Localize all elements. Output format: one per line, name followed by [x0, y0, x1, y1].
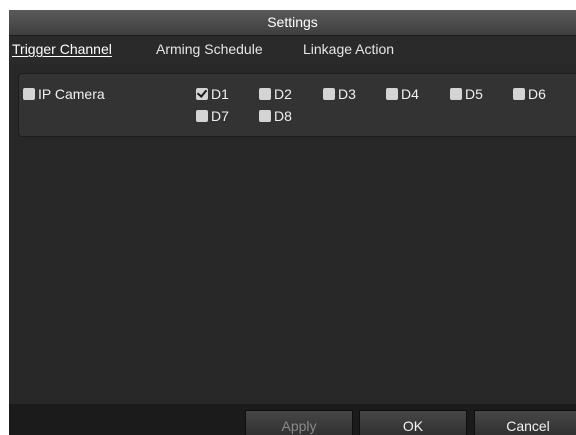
apply-button[interactable]: Apply: [245, 410, 353, 435]
settings-dialog: Settings Trigger Channel Arming Schedule…: [9, 10, 576, 435]
button-bar: Apply OK Cancel: [9, 404, 576, 435]
checkmark-icon: [196, 87, 208, 98]
channel-panel: IP Camera D1 D2 D3 D4 D5 D6 D7 D8: [18, 73, 576, 137]
channel-label: D8: [274, 108, 292, 124]
channel-checkbox-d2[interactable]: D2: [259, 86, 292, 102]
channel-checkbox-d6[interactable]: D6: [513, 86, 546, 102]
channel-checkbox-d3[interactable]: D3: [323, 86, 356, 102]
tab-arming-schedule[interactable]: Arming Schedule: [156, 41, 263, 57]
channel-checkbox-d4[interactable]: D4: [386, 86, 419, 102]
channel-checkbox-d8[interactable]: D8: [259, 108, 292, 124]
checkbox-box: [386, 88, 398, 100]
channel-label: D5: [465, 86, 483, 102]
checkbox-box: [196, 87, 208, 100]
tab-trigger-channel[interactable]: Trigger Channel: [12, 41, 112, 57]
checkbox-box: [23, 88, 35, 100]
checkbox-box: [513, 88, 525, 100]
channel-checkbox-d7[interactable]: D7: [196, 108, 229, 124]
channel-checkbox-d5[interactable]: D5: [450, 86, 483, 102]
channel-label: D1: [211, 86, 229, 102]
ok-button[interactable]: OK: [359, 410, 467, 435]
channel-checkbox-d1[interactable]: D1: [196, 86, 229, 102]
channel-label: D3: [338, 86, 356, 102]
ip-camera-checkbox[interactable]: IP Camera: [23, 86, 105, 102]
cancel-button[interactable]: Cancel: [474, 410, 576, 435]
tab-linkage-action[interactable]: Linkage Action: [303, 41, 394, 57]
checkbox-box: [323, 88, 335, 100]
checkbox-box: [196, 110, 208, 122]
checkbox-box: [259, 88, 271, 100]
channel-label: D6: [528, 86, 546, 102]
ip-camera-label: IP Camera: [38, 86, 105, 102]
channel-label: D7: [211, 108, 229, 124]
channel-label: D4: [401, 86, 419, 102]
channel-label: D2: [274, 86, 292, 102]
checkbox-box: [450, 88, 462, 100]
tab-bar: Trigger Channel Arming Schedule Linkage …: [9, 36, 576, 64]
window-title: Settings: [9, 10, 576, 36]
checkbox-box: [259, 110, 271, 122]
